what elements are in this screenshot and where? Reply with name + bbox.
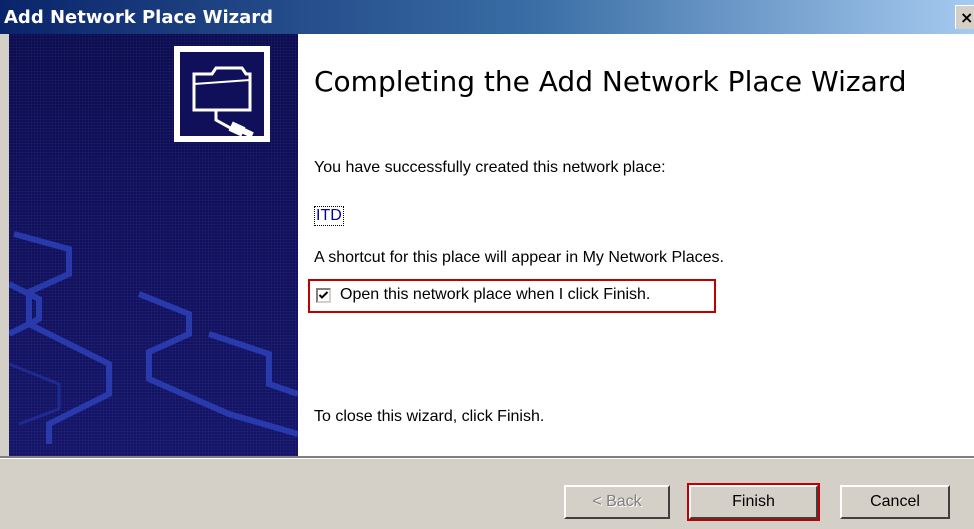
checkmark-icon [318,291,329,299]
close-instruction: To close this wizard, click Finish. [314,408,545,425]
open-place-option[interactable]: Open this network place when I click Fin… [308,279,716,313]
page-title: Completing the Add Network Place Wizard [314,65,907,98]
left-frame-edge [0,34,9,456]
shortcut-message: A shortcut for this place will appear in… [314,249,724,266]
window-title: Add Network Place Wizard [4,7,274,28]
title-bar: Add Network Place Wizard × [0,0,974,34]
button-bar: < Back Finish Cancel [0,456,974,529]
wizard-content: Completing the Add Network Place Wizard … [298,34,974,456]
network-place-name[interactable]: ITD [314,206,344,226]
network-folder-icon [174,46,270,142]
close-button[interactable]: × [955,5,974,29]
wizard-banner [9,34,298,456]
success-message: You have successfully created this netwo… [314,159,666,176]
open-place-label[interactable]: Open this network place when I click Fin… [340,286,650,304]
wizard-body: Completing the Add Network Place Wizard … [0,34,974,529]
finish-button[interactable]: Finish [687,483,820,521]
cancel-button[interactable]: Cancel [840,485,950,519]
back-button[interactable]: < Back [564,485,670,519]
open-place-checkbox[interactable] [316,288,331,303]
